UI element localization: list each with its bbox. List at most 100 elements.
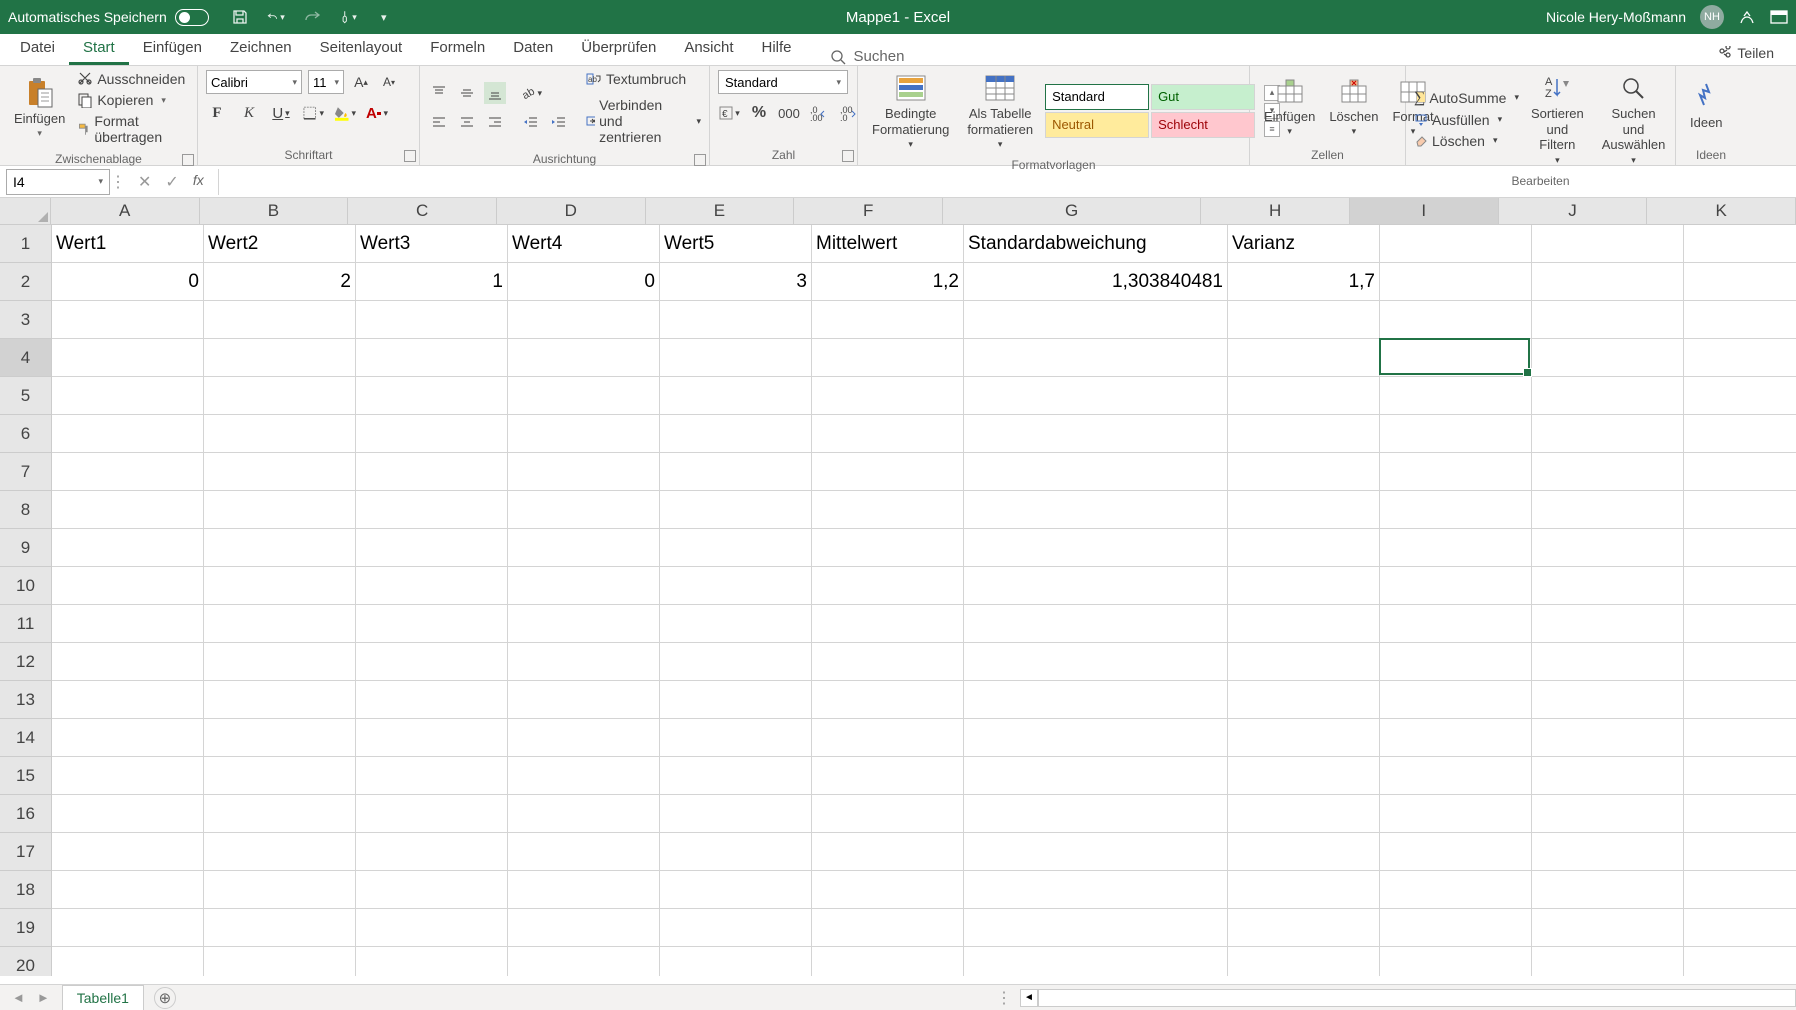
cell-I19[interactable] [1380,909,1532,947]
row-header-17[interactable]: 17 [0,833,52,871]
redo-icon[interactable] [303,8,321,26]
cell-D5[interactable] [508,377,660,415]
cell-D4[interactable] [508,339,660,377]
row-header-7[interactable]: 7 [0,453,52,491]
cell-B8[interactable] [204,491,356,529]
autosum-button[interactable]: ∑AutoSumme▾ [1414,88,1519,108]
cell-K15[interactable] [1684,757,1796,795]
cell-I8[interactable] [1380,491,1532,529]
cell-I6[interactable] [1380,415,1532,453]
row-header-2[interactable]: 2 [0,263,52,301]
cell-G10[interactable] [964,567,1228,605]
cell-K8[interactable] [1684,491,1796,529]
cell-J19[interactable] [1532,909,1684,947]
row-header-10[interactable]: 10 [0,567,52,605]
tab-überprüfen[interactable]: Überprüfen [567,33,670,65]
col-header-F[interactable]: F [794,198,943,225]
paste-button[interactable]: Einfügen ▾ [8,75,71,141]
ideas-button[interactable]: Ideen [1684,79,1729,133]
cell-E15[interactable] [660,757,812,795]
increase-indent-button[interactable] [548,112,570,134]
cell-H7[interactable] [1228,453,1380,491]
cell-A4[interactable] [52,339,204,377]
clear-button[interactable]: Löschen▾ [1414,132,1519,150]
cell-K1[interactable] [1684,225,1796,263]
cell-E10[interactable] [660,567,812,605]
cell-A13[interactable] [52,681,204,719]
cell-F20[interactable] [812,947,964,976]
cell-E13[interactable] [660,681,812,719]
cell-G20[interactable] [964,947,1228,976]
username[interactable]: Nicole Hery-Moßmann [1546,9,1686,25]
row-header-1[interactable]: 1 [0,225,52,263]
row-header-8[interactable]: 8 [0,491,52,529]
sheet-nav-next[interactable]: ► [37,990,50,1005]
cell-J7[interactable] [1532,453,1684,491]
cell-C7[interactable] [356,453,508,491]
cell-K13[interactable] [1684,681,1796,719]
cell-D20[interactable] [508,947,660,976]
cell-D10[interactable] [508,567,660,605]
cell-C3[interactable] [356,301,508,339]
copy-button[interactable]: Kopieren▾ [77,91,189,109]
cell-F9[interactable] [812,529,964,567]
cell-B1[interactable]: Wert2 [204,225,356,263]
cell-H4[interactable] [1228,339,1380,377]
cell-H6[interactable] [1228,415,1380,453]
cell-B17[interactable] [204,833,356,871]
number-dialog-launcher[interactable] [842,150,854,162]
cell-E1[interactable]: Wert5 [660,225,812,263]
cell-K9[interactable] [1684,529,1796,567]
cell-E20[interactable] [660,947,812,976]
cell-E7[interactable] [660,453,812,491]
cell-G14[interactable] [964,719,1228,757]
cell-E3[interactable] [660,301,812,339]
format-as-table-button[interactable]: Als Tabelle formatieren▾ [961,70,1039,152]
autosave-toggle[interactable]: Automatisches Speichern [8,9,209,26]
cell-D14[interactable] [508,719,660,757]
tab-daten[interactable]: Daten [499,33,567,65]
cell-C14[interactable] [356,719,508,757]
cell-H15[interactable] [1228,757,1380,795]
cell-F6[interactable] [812,415,964,453]
cell-J11[interactable] [1532,605,1684,643]
row-header-3[interactable]: 3 [0,301,52,339]
cell-B13[interactable] [204,681,356,719]
style-schlecht[interactable]: Schlecht [1151,112,1255,138]
alignment-dialog-launcher[interactable] [694,154,706,166]
cell-D8[interactable] [508,491,660,529]
qat-customize-icon[interactable]: ▾ [375,8,393,26]
cell-D1[interactable]: Wert4 [508,225,660,263]
cell-C8[interactable] [356,491,508,529]
cell-C15[interactable] [356,757,508,795]
cell-A3[interactable] [52,301,204,339]
cell-E8[interactable] [660,491,812,529]
orientation-button[interactable]: ab▾ [520,82,542,104]
cell-K5[interactable] [1684,377,1796,415]
add-sheet-button[interactable]: ⊕ [154,987,176,1009]
cell-G18[interactable] [964,871,1228,909]
cell-H11[interactable] [1228,605,1380,643]
cell-H14[interactable] [1228,719,1380,757]
border-button[interactable]: ▾ [302,102,324,124]
col-header-I[interactable]: I [1350,198,1499,225]
shrink-font-button[interactable]: A▾ [378,71,400,93]
cell-G15[interactable] [964,757,1228,795]
cell-C17[interactable] [356,833,508,871]
font-size-select[interactable]: 11▾ [308,70,344,94]
cell-F13[interactable] [812,681,964,719]
cell-C6[interactable] [356,415,508,453]
cell-D13[interactable] [508,681,660,719]
decrease-decimal-button[interactable]: ,00,0 [838,102,860,124]
align-top-button[interactable] [428,82,450,104]
cell-K12[interactable] [1684,643,1796,681]
cell-I5[interactable] [1380,377,1532,415]
cell-A2[interactable]: 0 [52,263,204,301]
wrap-text-button[interactable]: abTextumbruch [586,70,701,88]
cell-H9[interactable] [1228,529,1380,567]
cell-B19[interactable] [204,909,356,947]
cell-E18[interactable] [660,871,812,909]
underline-button[interactable]: U▾ [270,102,292,124]
format-painter-button[interactable]: Format übertragen [77,112,189,146]
cell-A14[interactable] [52,719,204,757]
